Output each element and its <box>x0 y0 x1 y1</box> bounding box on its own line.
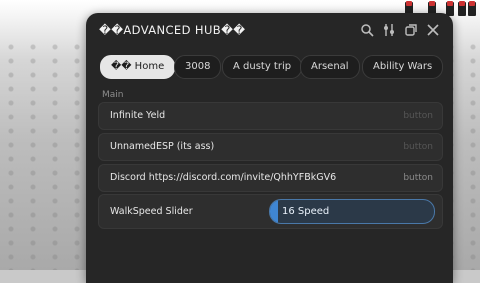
discord-button[interactable]: Discord https://discord.com/invite/QhhYF… <box>98 164 443 192</box>
player-avatar <box>468 1 476 16</box>
slider-fill <box>270 200 279 223</box>
window-title: ��ADVANCED HUB�� <box>99 23 246 37</box>
infinite-yield-button[interactable]: Infinite Yeld button <box>98 102 443 130</box>
player-avatar <box>458 1 466 16</box>
row-hint: button <box>403 111 433 121</box>
tab-home[interactable]: �� Home <box>100 55 176 79</box>
row-label: Discord https://discord.com/invite/QhhYF… <box>110 172 337 183</box>
row-hint: button <box>403 142 433 152</box>
title-bar[interactable]: ��ADVANCED HUB�� <box>86 13 453 49</box>
walkspeed-slider[interactable]: 16 Speed <box>269 199 435 224</box>
row-label: Infinite Yeld <box>110 110 166 121</box>
settings-icon[interactable] <box>382 23 396 37</box>
slider-label: WalkSpeed Slider <box>110 206 193 217</box>
section-label: Main <box>102 90 124 100</box>
tab-ability-wars[interactable]: Ability Wars <box>362 55 444 79</box>
minimize-icon[interactable] <box>404 23 418 37</box>
unnamed-esp-button[interactable]: UnnamedESP (its ass) button <box>98 133 443 161</box>
tab-bar: �� Home 3008 A dusty trip Arsenal Abilit… <box>100 55 453 79</box>
tab-arsenal[interactable]: Arsenal <box>300 55 360 79</box>
tab-3008[interactable]: 3008 <box>174 55 222 79</box>
row-hint: button <box>403 173 433 183</box>
tab-a-dusty-trip[interactable]: A dusty trip <box>222 55 303 79</box>
walkspeed-slider-row: WalkSpeed Slider 16 Speed <box>98 194 443 229</box>
close-icon[interactable] <box>426 23 440 37</box>
slider-value: 16 Speed <box>282 206 330 217</box>
search-icon[interactable] <box>360 23 374 37</box>
hub-window: ��ADVANCED HUB�� �� Home 3008 A dusty tr… <box>86 13 453 283</box>
row-label: UnnamedESP (its ass) <box>110 141 215 152</box>
